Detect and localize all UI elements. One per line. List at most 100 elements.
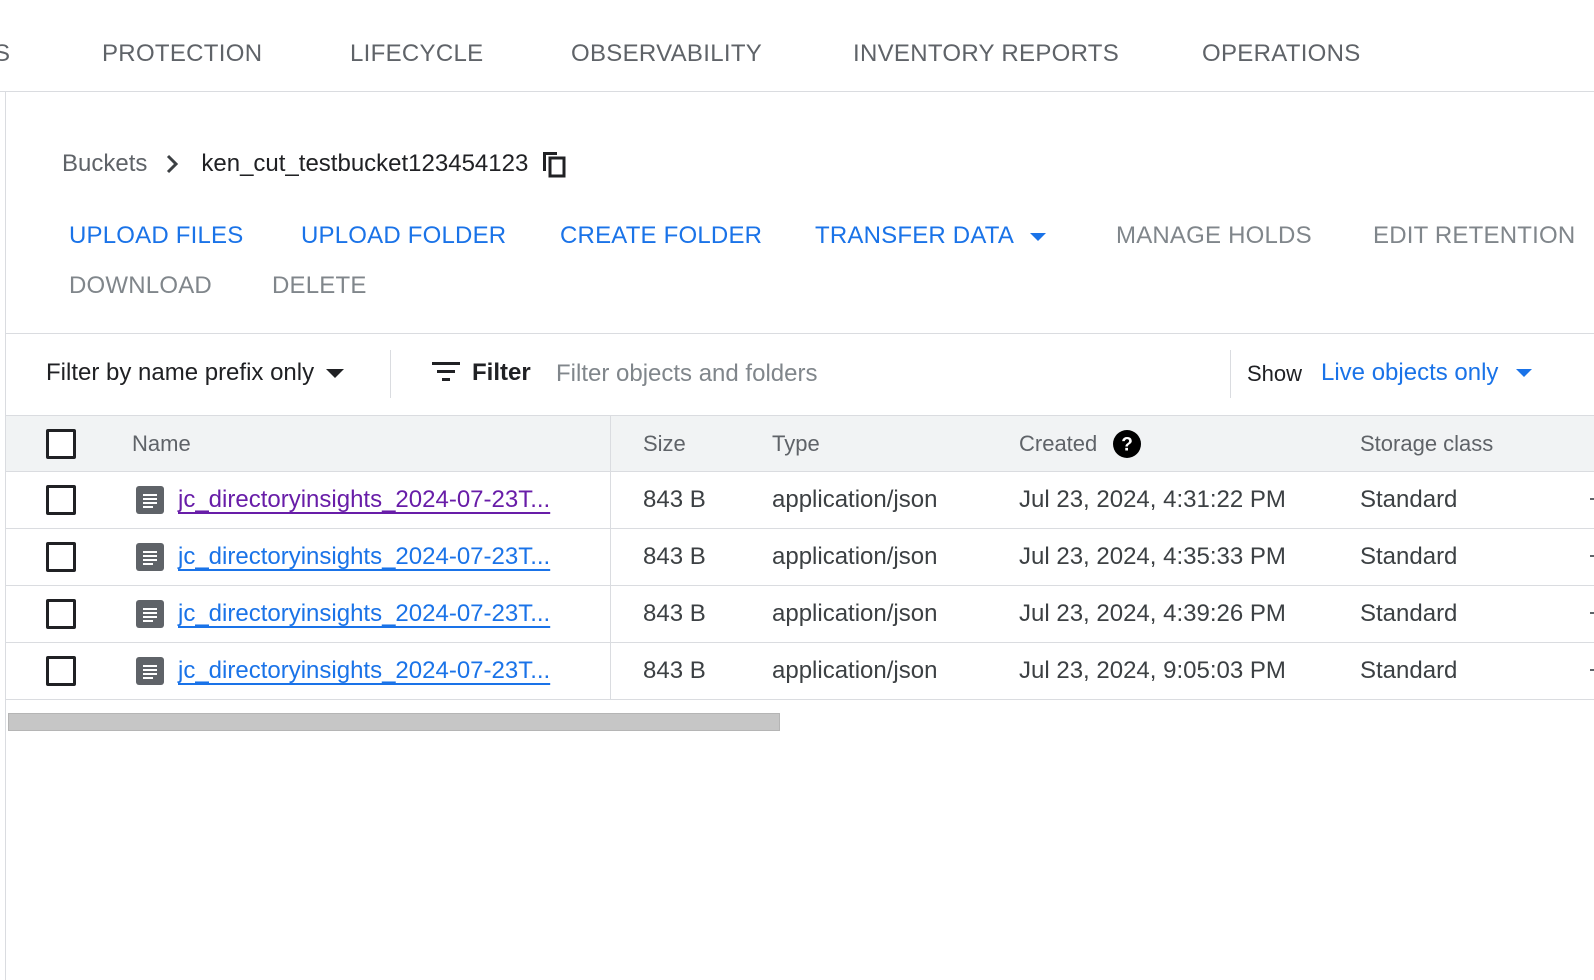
object-type: application/json [772, 543, 938, 570]
object-created: Jul 23, 2024, 4:31:22 PM [1019, 486, 1286, 513]
object-storage-class: Standard [1360, 657, 1458, 684]
row-checkbox[interactable] [46, 656, 76, 686]
column-divider [610, 586, 611, 642]
document-icon [136, 543, 164, 571]
filter-mode-dropdown[interactable]: Filter by name prefix only [46, 359, 345, 387]
tab-protection[interactable]: PROTECTION [102, 40, 262, 68]
row-checkbox[interactable] [46, 542, 76, 572]
object-name-cell: jc_directoryinsights_2024-07-23T... [136, 586, 550, 642]
object-name-cell: jc_directoryinsights_2024-07-23T... [136, 472, 550, 528]
column-header-storage-class[interactable]: Storage class [1360, 416, 1493, 471]
bucket-name: ken_cut_testbucket123454123 [201, 150, 529, 177]
scrollbar-thumb[interactable] [8, 713, 780, 731]
object-created: Jul 23, 2024, 4:39:26 PM [1019, 600, 1286, 627]
upload-folder-button[interactable]: UPLOAD FOLDER [301, 222, 506, 250]
divider [390, 350, 391, 398]
object-type: application/json [772, 486, 938, 513]
show-objects-dropdown[interactable]: Live objects only [1321, 359, 1533, 387]
object-name-link[interactable]: jc_directoryinsights_2024-07-23T... [178, 600, 550, 628]
column-header-type[interactable]: Type [772, 416, 820, 471]
object-size: 843 B [643, 657, 706, 684]
object-storage-class: Standard [1360, 543, 1458, 570]
filter-icon [432, 361, 460, 383]
tab-bar: S PROTECTION LIFECYCLE OBSERVABILITY INV… [0, 0, 1594, 92]
select-all-cell [46, 416, 76, 471]
row-select-cell [46, 529, 76, 585]
filter-bar: Filter by name prefix only Filter Show L… [6, 334, 1594, 416]
row-select-cell [46, 643, 76, 699]
object-type: application/json [772, 657, 938, 684]
chevron-right-icon [165, 153, 179, 175]
object-name-link[interactable]: jc_directoryinsights_2024-07-23T... [178, 486, 550, 514]
table-row[interactable]: jc_directoryinsights_2024-07-23T... 843 … [6, 586, 1594, 643]
column-divider [610, 643, 611, 699]
breadcrumb: Buckets ken_cut_testbucket123454123 [62, 146, 568, 182]
object-name-cell: jc_directoryinsights_2024-07-23T... [136, 529, 550, 585]
show-objects-value: Live objects only [1321, 359, 1499, 386]
object-size: 843 B [643, 543, 706, 570]
filter-input[interactable] [556, 356, 1196, 392]
select-all-checkbox[interactable] [46, 428, 76, 459]
delete-button[interactable]: DELETE [272, 272, 367, 300]
table-row[interactable]: jc_directoryinsights_2024-07-23T... 843 … [6, 472, 1594, 529]
tab-observability[interactable]: OBSERVABILITY [571, 40, 762, 68]
transfer-data-button[interactable]: TRANSFER DATA [815, 222, 1047, 250]
upload-files-button[interactable]: UPLOAD FILES [69, 222, 243, 250]
object-storage-class: Standard [1360, 486, 1458, 513]
object-size: 843 B [643, 600, 706, 627]
object-size: 843 B [643, 486, 706, 513]
column-header-size[interactable]: Size [643, 416, 686, 471]
document-icon [136, 486, 164, 514]
caret-down-icon [326, 368, 345, 378]
table-row[interactable]: jc_directoryinsights_2024-07-23T... 843 … [6, 643, 1594, 700]
table-header: Name Size Type Created ? Storage class [6, 415, 1594, 472]
object-storage-class: Standard [1360, 600, 1458, 627]
tab-inventory-reports[interactable]: INVENTORY REPORTS [853, 40, 1119, 68]
manage-holds-button[interactable]: MANAGE HOLDS [1116, 222, 1312, 250]
object-name-link[interactable]: jc_directoryinsights_2024-07-23T... [178, 657, 550, 685]
svg-text:?: ? [1121, 434, 1133, 455]
document-icon [136, 657, 164, 685]
column-header-created[interactable]: Created ? [1019, 416, 1142, 471]
column-divider [610, 529, 611, 585]
table-body: jc_directoryinsights_2024-07-23T... 843 … [6, 472, 1594, 700]
horizontal-scrollbar[interactable] [6, 713, 1594, 731]
copy-icon[interactable] [540, 149, 568, 179]
column-divider [610, 472, 611, 528]
column-divider [610, 416, 611, 471]
tab-operations[interactable]: OPERATIONS [1202, 40, 1361, 68]
object-type: application/json [772, 600, 938, 627]
row-select-cell [46, 586, 76, 642]
help-icon[interactable]: ? [1113, 429, 1142, 458]
object-created: Jul 23, 2024, 9:05:03 PM [1019, 657, 1286, 684]
row-checkbox[interactable] [46, 599, 76, 629]
table-row[interactable]: jc_directoryinsights_2024-07-23T... 843 … [6, 529, 1594, 586]
bucket-details-page: S PROTECTION LIFECYCLE OBSERVABILITY INV… [0, 0, 1594, 980]
truncated-column-marker [1590, 498, 1594, 500]
column-header-created-label: Created [1019, 430, 1098, 456]
edit-retention-button[interactable]: EDIT RETENTION [1373, 222, 1575, 250]
filter-label: Filter [472, 359, 531, 386]
object-name-cell: jc_directoryinsights_2024-07-23T... [136, 643, 550, 699]
truncated-column-marker [1590, 612, 1594, 614]
truncated-column-marker [1590, 669, 1594, 671]
caret-down-icon [1516, 369, 1533, 377]
tab-partial[interactable]: S [0, 40, 10, 68]
document-icon [136, 600, 164, 628]
filter-mode-label: Filter by name prefix only [46, 359, 315, 386]
divider [1230, 350, 1231, 398]
truncated-column-marker [1590, 555, 1594, 557]
object-created: Jul 23, 2024, 4:35:33 PM [1019, 543, 1286, 570]
breadcrumb-buckets-link[interactable]: Buckets [62, 150, 147, 178]
object-name-link[interactable]: jc_directoryinsights_2024-07-23T... [178, 543, 550, 571]
create-folder-button[interactable]: CREATE FOLDER [560, 222, 762, 250]
show-label: Show [1247, 361, 1303, 386]
objects-table: Name Size Type Created ? Storage class j… [6, 415, 1594, 700]
column-header-name[interactable]: Name [132, 416, 191, 471]
download-button[interactable]: DOWNLOAD [69, 272, 212, 300]
tab-lifecycle[interactable]: LIFECYCLE [350, 40, 483, 68]
caret-down-icon [1030, 232, 1047, 241]
row-select-cell [46, 472, 76, 528]
transfer-data-label: TRANSFER DATA [815, 222, 1015, 249]
row-checkbox[interactable] [46, 485, 76, 515]
